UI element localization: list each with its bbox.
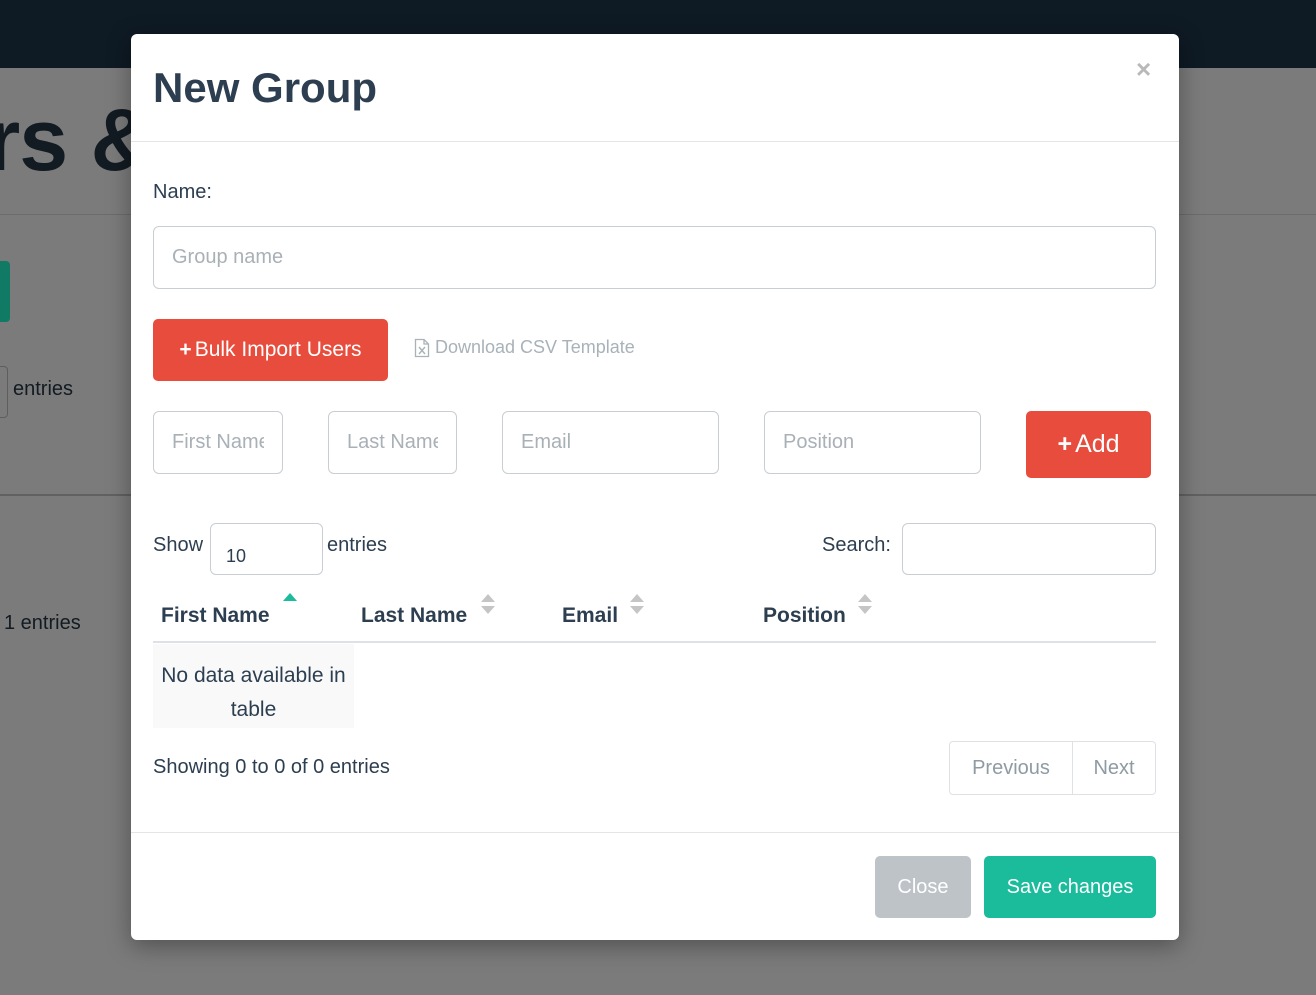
background-button	[0, 261, 10, 322]
background-entries-label: entries	[13, 378, 74, 400]
save-changes-button[interactable]: Save changes	[984, 856, 1156, 918]
bulk-import-users-button[interactable]: + Bulk Import Users	[153, 319, 388, 381]
plus-icon: +	[179, 338, 192, 361]
column-header-last-name[interactable]: Last Name	[361, 604, 467, 628]
close-button[interactable]: Close	[875, 856, 971, 918]
new-group-modal: New Group × Name: + Bulk Import Users Do…	[131, 34, 1179, 940]
table-info: Showing 0 to 0 of 0 entries	[153, 756, 390, 778]
add-label: Add	[1075, 430, 1120, 458]
close-icon[interactable]: ×	[1136, 56, 1151, 82]
page-length-select[interactable]: 10	[210, 523, 323, 575]
background-entries-count: 1 entries	[4, 612, 81, 634]
next-page-button[interactable]: Next	[1073, 742, 1155, 794]
show-label: Show	[153, 534, 204, 556]
previous-page-button[interactable]: Previous	[950, 742, 1073, 794]
modal-header: New Group ×	[131, 34, 1179, 142]
table-header-divider	[153, 641, 1156, 643]
column-header-email[interactable]: Email	[562, 604, 618, 628]
sort-icon	[481, 594, 495, 616]
search-input[interactable]	[902, 523, 1156, 575]
name-label: Name:	[153, 181, 212, 203]
sort-icon	[630, 594, 644, 616]
sort-ascending-icon	[283, 593, 297, 615]
modal-title: New Group	[153, 64, 378, 111]
sort-icon	[858, 594, 872, 616]
plus-icon: +	[1057, 430, 1073, 458]
pagination: Previous Next	[949, 741, 1156, 795]
email-input[interactable]	[502, 411, 719, 474]
first-name-input[interactable]	[153, 411, 283, 474]
column-header-first-name[interactable]: First Name	[161, 604, 270, 628]
file-excel-icon	[414, 338, 430, 357]
column-header-position[interactable]: Position	[763, 604, 846, 628]
group-name-input[interactable]	[153, 226, 1156, 289]
bulk-import-users-label: Bulk Import Users	[194, 338, 362, 361]
position-input[interactable]	[764, 411, 981, 474]
add-user-button[interactable]: + Add	[1026, 411, 1151, 478]
entries-label: entries	[327, 534, 388, 556]
empty-table-message: No data available in table	[153, 644, 354, 728]
last-name-input[interactable]	[328, 411, 457, 474]
download-csv-template-label: Download CSV Template	[435, 337, 635, 357]
download-csv-template-link[interactable]: Download CSV Template	[414, 337, 635, 358]
background-page-length-select	[0, 366, 8, 418]
search-label: Search:	[822, 534, 891, 556]
